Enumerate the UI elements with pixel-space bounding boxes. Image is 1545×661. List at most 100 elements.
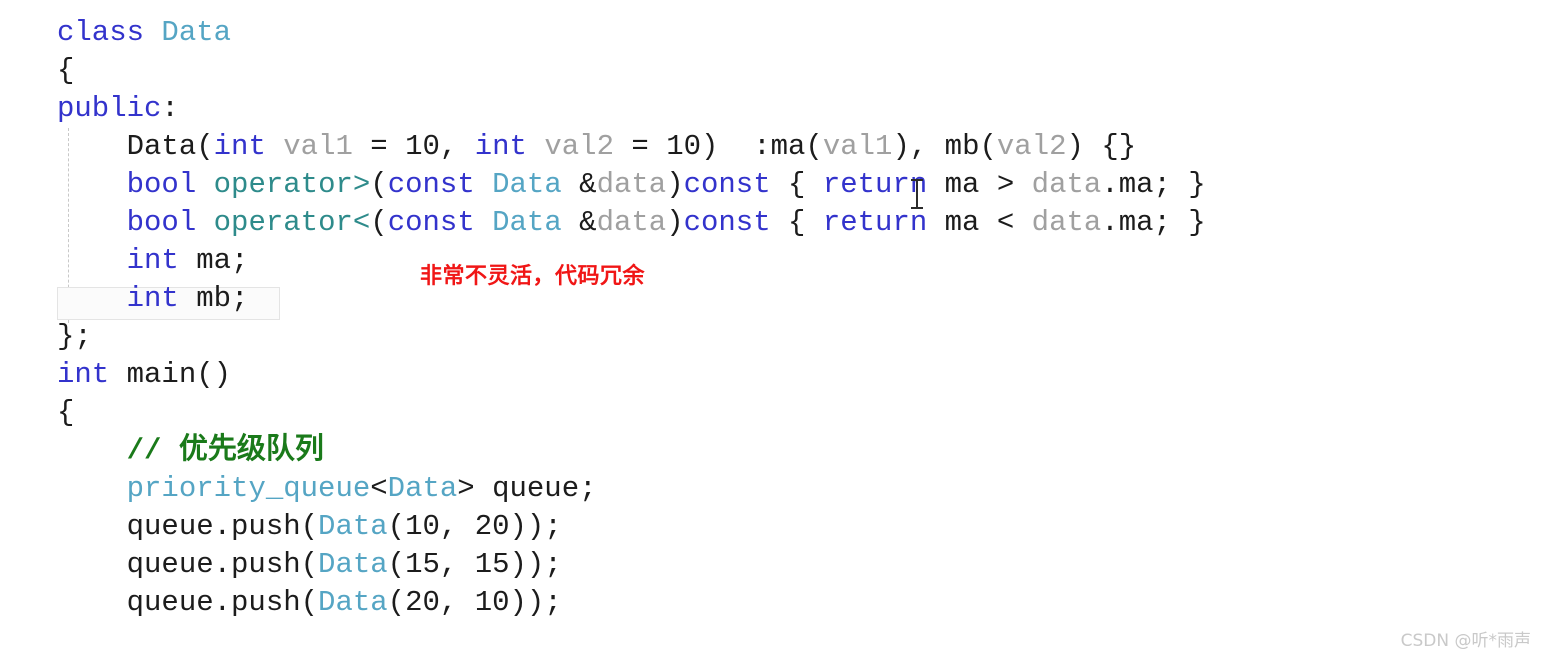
code-token: 15	[405, 548, 440, 581]
screenshot-root: class Data{public: Data(int val1 = 10, i…	[0, 0, 1545, 661]
code-token: .ma; }	[1101, 168, 1206, 201]
code-token: (	[387, 510, 406, 543]
code-token: ,	[439, 130, 475, 163]
code-token: mb;	[178, 282, 249, 315]
code-token: 20	[405, 586, 440, 619]
line-operator-greater[interactable]: bool operator>(const Data &data)const { …	[0, 166, 1545, 204]
code-token: 10	[405, 510, 440, 543]
code-token: )	[666, 168, 684, 201]
code-token: int	[474, 130, 527, 163]
code-token: val2	[996, 130, 1067, 163]
line-member-mb[interactable]: int mb;	[0, 280, 1545, 318]
line-push-2[interactable]: queue.push(Data(15, 15));	[0, 546, 1545, 584]
code-token: ) :ma(	[701, 130, 823, 163]
code-token: 10	[405, 130, 440, 163]
code-token: queue.push(	[57, 586, 319, 619]
code-token: {	[770, 206, 823, 239]
code-token: const	[683, 168, 771, 201]
code-token: data	[596, 168, 667, 201]
code-token: queue.push(	[57, 548, 319, 581]
code-token: (	[370, 168, 388, 201]
code-token: return	[822, 206, 928, 239]
line-main-open-brace[interactable]: {	[0, 394, 1545, 432]
code-token: ma;	[178, 244, 249, 277]
code-line-list: class Data{public: Data(int val1 = 10, i…	[0, 14, 1545, 622]
code-token: main()	[109, 358, 232, 391]
code-token: data	[1031, 168, 1102, 201]
line-class-close-brace[interactable]: };	[0, 318, 1545, 356]
line-access-public[interactable]: public:	[0, 90, 1545, 128]
code-token: const	[683, 206, 771, 239]
line-operator-less[interactable]: bool operator<(const Data &data)const { …	[0, 204, 1545, 242]
code-token: ));	[509, 510, 562, 543]
code-token: ,	[439, 586, 475, 619]
code-token: };	[57, 320, 92, 353]
code-token: ), mb(	[892, 130, 997, 163]
code-token: const	[387, 206, 475, 239]
code-token: (	[387, 548, 406, 581]
code-token: &	[561, 206, 597, 239]
code-token: 15	[474, 548, 510, 581]
code-token: queue.push(	[57, 510, 319, 543]
code-token: (	[387, 586, 406, 619]
code-token: =	[613, 130, 667, 163]
code-token: int	[57, 358, 110, 391]
code-token: int	[126, 282, 179, 315]
code-editor-surface[interactable]: class Data{public: Data(int val1 = 10, i…	[0, 0, 1545, 661]
code-token: class	[57, 16, 145, 49]
code-token: Data	[492, 206, 562, 239]
line-queue-decl[interactable]: priority_queue<Data> queue;	[0, 470, 1545, 508]
code-token: bool	[126, 168, 197, 201]
line-push-3[interactable]: queue.push(Data(20, 10));	[0, 584, 1545, 622]
code-token: val1	[822, 130, 893, 163]
code-token: {	[57, 396, 75, 429]
code-token: &	[561, 168, 597, 201]
code-token: =	[352, 130, 406, 163]
code-token: priority_queue	[126, 472, 371, 505]
code-token: > queue;	[457, 472, 597, 505]
code-token: 10	[666, 130, 702, 163]
code-token: val2	[544, 130, 614, 163]
code-token: const	[387, 168, 475, 201]
code-token: :	[161, 92, 179, 125]
line-class-open-brace[interactable]: {	[0, 52, 1545, 90]
line-comment-priority-queue[interactable]: // 优先级队列	[0, 432, 1545, 470]
code-token: ,	[439, 548, 475, 581]
code-token: int	[213, 130, 266, 163]
red-annotation-text: 非常不灵活，代码冗余	[420, 264, 646, 289]
code-token: <	[370, 472, 388, 505]
code-token: public	[57, 92, 162, 125]
code-token: 10	[474, 586, 510, 619]
code-token: bool	[126, 206, 197, 239]
code-token: ma >	[927, 168, 1032, 201]
code-token: return	[822, 168, 928, 201]
line-push-1[interactable]: queue.push(Data(10, 20));	[0, 508, 1545, 546]
code-token: ));	[509, 586, 562, 619]
line-class-decl[interactable]: class Data	[0, 14, 1545, 52]
line-main-decl[interactable]: int main()	[0, 356, 1545, 394]
code-token: Data(	[57, 130, 214, 163]
code-token: ));	[509, 548, 562, 581]
code-token: // 优先级队列	[126, 434, 324, 467]
code-token: int	[126, 244, 179, 277]
code-token: Data	[318, 510, 388, 543]
line-constructor[interactable]: Data(int val1 = 10, int val2 = 10) :ma(v…	[0, 128, 1545, 166]
code-token: ma <	[927, 206, 1032, 239]
code-token: (	[370, 206, 388, 239]
code-token: Data	[387, 472, 458, 505]
code-token: operator<	[213, 206, 371, 239]
code-token: {	[57, 54, 75, 87]
line-member-ma[interactable]: int ma;	[0, 242, 1545, 280]
